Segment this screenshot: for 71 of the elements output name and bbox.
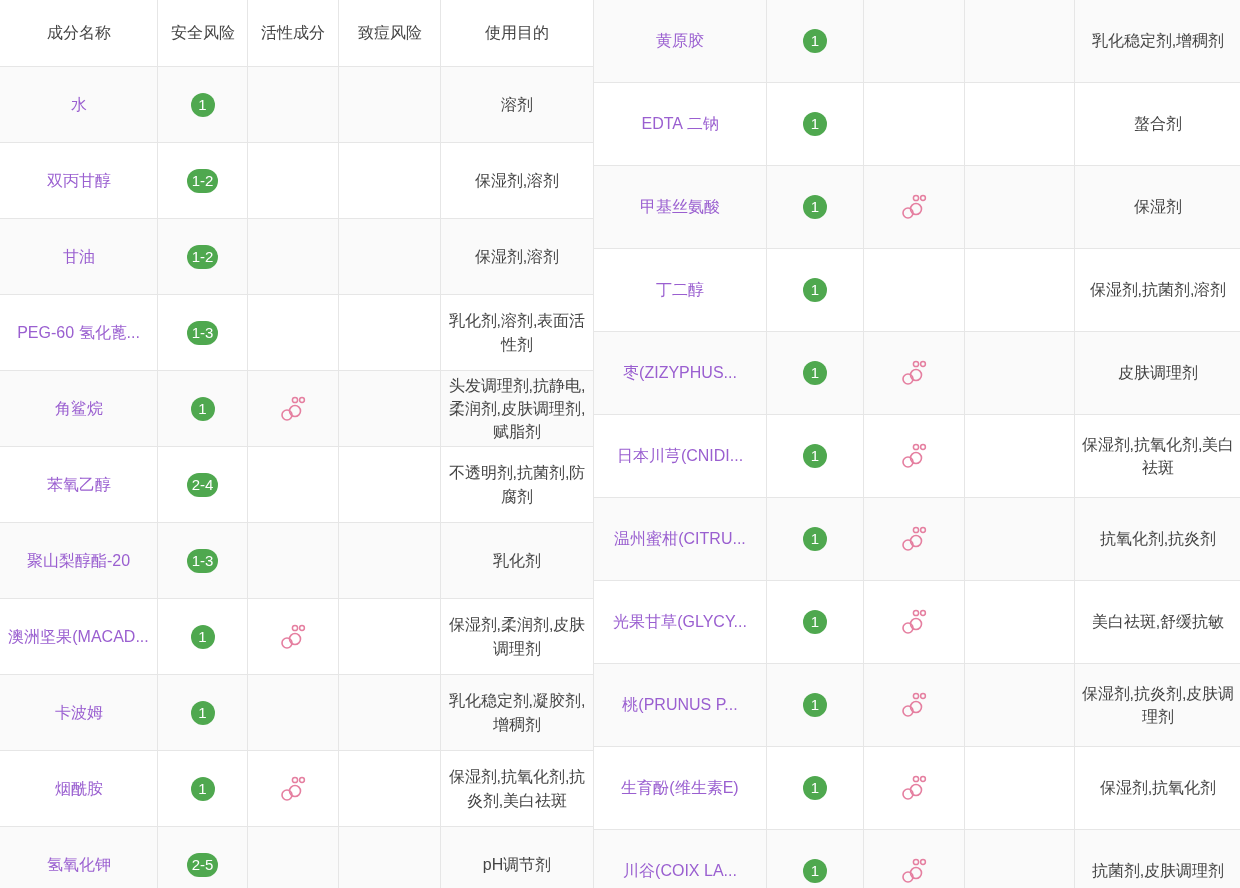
ingredient-link[interactable]: 生育酚(维生素E) — [621, 776, 739, 800]
purpose-text: 保湿剂,溶剂 — [474, 246, 560, 267]
safety-risk-badge: 1 — [803, 776, 827, 800]
purpose-text: 不透明剂,抗菌剂,防腐剂 — [447, 463, 587, 507]
safety-risk-badge: 1 — [803, 29, 827, 53]
ingredient-link[interactable]: EDTA 二钠 — [641, 112, 719, 136]
safety-risk-badge: 2-4 — [186, 472, 219, 497]
safety-risk-badge: 1 — [803, 195, 827, 219]
safety-risk-badge: 1-3 — [186, 548, 219, 573]
ingredient-link[interactable]: 双丙甘醇 — [46, 168, 111, 193]
purpose-text: 保湿剂,抗氧化剂,美白祛斑 — [1080, 434, 1236, 478]
column-header: 使用目的 — [485, 23, 549, 44]
safety-risk-badge: 1 — [190, 92, 215, 117]
safety-risk-badge: 1 — [190, 776, 215, 801]
ingredient-link[interactable]: 黄原胶 — [656, 29, 704, 53]
safety-risk-badge: 1 — [803, 527, 827, 551]
purpose-text: 抗菌剂,皮肤调理剂 — [1091, 861, 1225, 882]
purpose-text: 保湿剂,抗菌剂,溶剂 — [1089, 280, 1227, 301]
ingredient-link[interactable]: 角鲨烷 — [54, 396, 103, 421]
purpose-text: 头发调理剂,抗静电,柔润剂,皮肤调理剂,赋脂剂 — [447, 375, 587, 443]
ingredient-link[interactable]: 苯氧乙醇 — [46, 472, 111, 497]
purpose-text: 乳化剂 — [493, 550, 541, 571]
safety-risk-badge: 1 — [803, 859, 827, 883]
safety-risk-badge: 1-2 — [186, 244, 219, 269]
ingredient-link[interactable]: 烟酰胺 — [54, 776, 103, 801]
safety-risk-badge: 1 — [803, 693, 827, 717]
ingredient-link[interactable]: 光果甘草(GLYCY... — [613, 610, 747, 634]
column-header: 活性成分 — [261, 23, 325, 44]
column-header: 成分名称 — [46, 23, 111, 44]
purpose-text: 抗氧化剂,抗炎剂 — [1099, 529, 1217, 550]
safety-risk-badge: 1 — [803, 610, 827, 634]
safety-risk-badge: 1 — [190, 624, 215, 649]
purpose-text: 保湿剂,柔润剂,皮肤调理剂 — [447, 615, 587, 659]
ingredient-link[interactable]: 枣(ZIZYPHUS... — [623, 361, 737, 385]
ingredient-link[interactable]: 温州蜜柑(CITRU... — [614, 527, 746, 551]
safety-risk-badge: 1 — [803, 278, 827, 302]
purpose-text: 溶剂 — [501, 94, 533, 115]
ingredient-link[interactable]: 氢氧化钾 — [46, 852, 111, 877]
ingredient-link[interactable]: 甘油 — [62, 244, 95, 269]
purpose-text: 螯合剂 — [1134, 114, 1182, 135]
purpose-text: 保湿剂,抗氧化剂 — [1099, 778, 1217, 799]
ingredient-link[interactable]: PEG-60 氢化蓖... — [17, 320, 140, 345]
safety-risk-badge: 1 — [803, 361, 827, 385]
purpose-text: 乳化稳定剂,增稠剂 — [1091, 31, 1225, 52]
ingredient-link[interactable]: 水 — [70, 92, 87, 117]
purpose-text: 美白祛斑,舒缓抗敏 — [1091, 612, 1225, 633]
purpose-text: 保湿剂,抗氧化剂,抗炎剂,美白祛斑 — [447, 767, 587, 811]
ingredient-link[interactable]: 聚山梨醇酯-20 — [26, 548, 131, 573]
purpose-text: 皮肤调理剂 — [1118, 363, 1198, 384]
column-header: 安全风险 — [170, 23, 235, 44]
ingredient-link[interactable]: 丁二醇 — [656, 278, 704, 302]
ingredient-link[interactable]: 卡波姆 — [54, 700, 103, 725]
ingredient-link[interactable]: 甲基丝氨酸 — [640, 195, 720, 219]
ingredient-link[interactable]: 川谷(COIX LA... — [623, 859, 737, 883]
safety-risk-badge: 1-2 — [186, 168, 219, 193]
safety-risk-badge: 1 — [803, 444, 827, 468]
safety-risk-badge: 2-5 — [186, 852, 219, 877]
safety-risk-badge: 1-3 — [186, 320, 219, 345]
purpose-text: 乳化剂,溶剂,表面活性剂 — [447, 311, 587, 355]
column-header: 致痘风险 — [357, 23, 422, 44]
safety-risk-badge: 1 — [190, 396, 215, 421]
ingredient-link[interactable]: 日本川芎(CNIDI... — [616, 444, 744, 468]
purpose-text: pH调节剂 — [482, 854, 552, 875]
purpose-text: 保湿剂,抗炎剂,皮肤调理剂 — [1080, 683, 1236, 727]
purpose-text: 保湿剂,溶剂 — [474, 170, 560, 191]
safety-risk-badge: 1 — [190, 700, 215, 725]
ingredient-link[interactable]: 澳洲坚果(MACAD... — [8, 624, 149, 649]
safety-risk-badge: 1 — [803, 112, 827, 136]
purpose-text: 保湿剂 — [1134, 197, 1182, 218]
purpose-text: 乳化稳定剂,凝胶剂,增稠剂 — [447, 691, 587, 735]
ingredient-link[interactable]: 桃(PRUNUS P... — [622, 693, 738, 717]
